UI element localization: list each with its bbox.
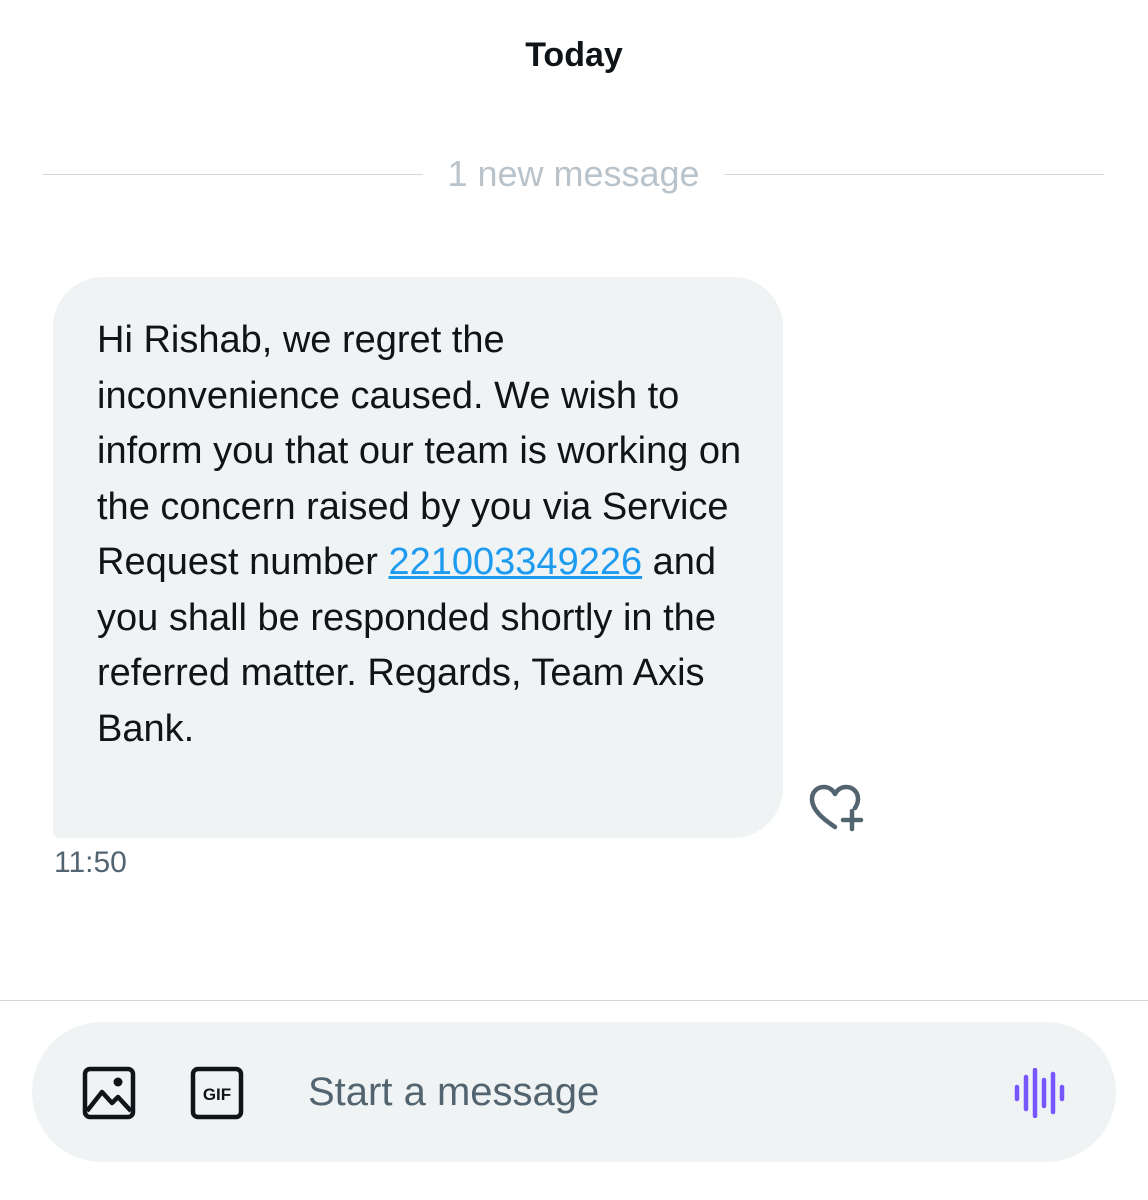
- service-request-link[interactable]: 221003349226: [389, 541, 643, 583]
- add-media-button[interactable]: [82, 1066, 136, 1120]
- add-reaction-button[interactable]: [806, 782, 868, 836]
- new-message-divider: 1 new message: [43, 150, 1105, 198]
- divider-line-left: [43, 173, 424, 175]
- message-composer: GIF: [32, 1022, 1116, 1162]
- gif-icon: GIF: [190, 1066, 244, 1120]
- message-input[interactable]: [308, 1062, 968, 1122]
- divider-line-right: [723, 173, 1105, 175]
- message-timestamp: 11:50: [54, 846, 127, 879]
- voice-wave-icon: [1014, 1067, 1065, 1119]
- new-message-label: 1 new message: [447, 153, 700, 194]
- voice-message-button[interactable]: [1012, 1067, 1068, 1119]
- image-icon: [82, 1066, 136, 1120]
- gif-icon-label: GIF: [203, 1085, 231, 1104]
- heart-plus-icon: [809, 784, 864, 832]
- message-bubble: Hi Rishab, we regret the inconvenience c…: [53, 277, 783, 838]
- add-gif-button[interactable]: GIF: [190, 1066, 244, 1120]
- day-header: Today: [525, 36, 623, 74]
- composer-divider: [0, 1000, 1148, 1001]
